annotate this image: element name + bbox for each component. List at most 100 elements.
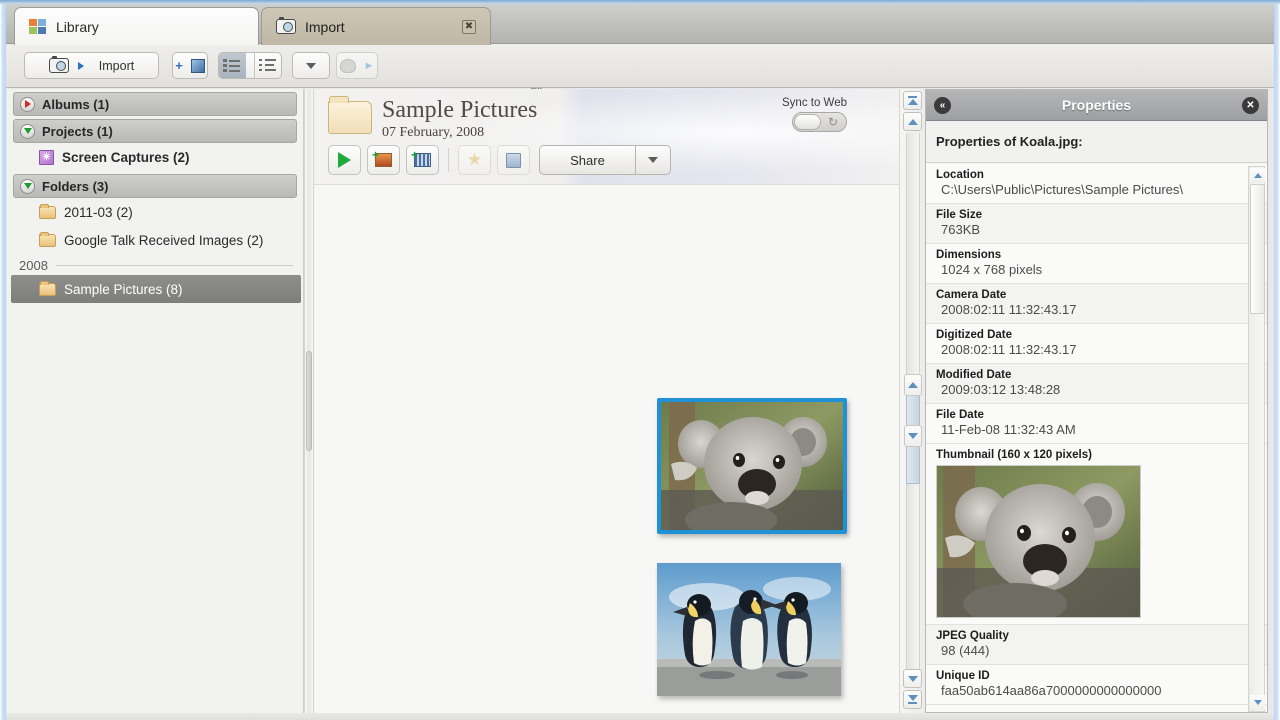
splitter-grip[interactable] <box>306 351 312 451</box>
chevron-right-icon: ► <box>363 59 375 72</box>
properties-panel-title: Properties <box>1061 97 1132 113</box>
view-mode-group[interactable] <box>218 52 282 79</box>
sidebar-group-projects[interactable]: Projects (1) <box>13 119 297 143</box>
sidebar-year-label: 2008 <box>19 258 48 273</box>
property-key: Dimensions <box>936 249 1002 261</box>
property-key: Digitized Date <box>936 329 1013 341</box>
sidebar-item-2011-03[interactable]: 2011-03 (2) <box>7 198 303 226</box>
scroll-to-bottom-button[interactable] <box>903 690 922 709</box>
add-photo-icon <box>372 148 392 167</box>
properties-panel: « Properties ✕ Properties of Koala.jpg: … <box>925 89 1268 713</box>
chevron-down-icon <box>907 675 918 682</box>
detail-view-icon[interactable] <box>253 53 281 78</box>
divider <box>448 148 449 172</box>
star-icon: ★ <box>466 150 483 169</box>
sidebar-splitter[interactable] <box>304 89 314 713</box>
tab-library[interactable]: Library <box>14 7 259 45</box>
slideshow-button[interactable] <box>328 145 361 175</box>
tab-import[interactable]: Import ✖ <box>261 7 491 45</box>
folder-date: 07 February, 2008 <box>382 125 485 140</box>
content-scrollbar[interactable] <box>899 89 925 713</box>
toggle-knob <box>794 114 821 130</box>
sidebar-group-folders[interactable]: Folders (3) <box>13 174 297 198</box>
floppy-disk-icon <box>506 152 521 168</box>
thumbnail-penguins[interactable] <box>657 563 841 696</box>
navigation-sidebar: Albums (1) Projects (1) ✳ Screen Capture… <box>7 89 304 713</box>
scroll-down-button[interactable] <box>903 669 922 688</box>
collapsed-triangle-icon[interactable] <box>20 96 35 112</box>
import-button-label: Import <box>98 58 135 73</box>
sidebar-item-sample-pictures[interactable]: Sample Pictures (8) <box>11 275 301 303</box>
property-row-camera-date: Camera Date 2008:02:11 11:32:43.17 <box>926 284 1267 324</box>
add-album-button[interactable]: + <box>172 52 208 79</box>
expanded-triangle-icon[interactable] <box>20 123 35 139</box>
add-photo-button[interactable] <box>367 145 400 175</box>
scroll-up-button[interactable] <box>903 112 922 131</box>
purple-book-icon: ✳ <box>39 149 54 165</box>
close-icon[interactable]: ✕ <box>1242 96 1259 114</box>
property-value: 2009:03:12 13:48:28 <box>941 382 1061 397</box>
close-icon[interactable]: ✖ <box>462 19 476 34</box>
scroll-up-button[interactable] <box>1250 168 1265 183</box>
favorite-button[interactable]: ★ <box>458 145 491 175</box>
koala-thumbnail <box>936 465 1141 625</box>
thumbnail-cell-koala[interactable] <box>657 398 847 534</box>
chevron-up-icon <box>907 99 918 105</box>
property-row-location: Location C:\Users\Public\Pictures\Sample… <box>926 164 1267 204</box>
sidebar-group-folders-label: Folders (3) <box>42 178 109 194</box>
window-frame-left <box>0 0 6 720</box>
properties-scrollbar[interactable] <box>1248 166 1265 712</box>
camera-icon <box>276 17 296 34</box>
thumbnail-cell-penguins[interactable] <box>657 563 841 696</box>
expanded-triangle-icon[interactable] <box>20 178 35 194</box>
property-row-dimensions: Dimensions 1024 x 768 pixels <box>926 244 1267 284</box>
share-button[interactable]: Share <box>539 145 636 175</box>
scroll-bottom-bar-icon <box>908 702 917 704</box>
people-tag-button[interactable]: ► <box>336 52 378 79</box>
application-window: Library Import ✖ Import + ► Albums (1) P… <box>0 0 1280 720</box>
page-down-button[interactable] <box>904 425 922 447</box>
add-video-button[interactable] <box>406 145 439 175</box>
people-tag-icon <box>339 58 356 73</box>
plus-icon: + <box>175 58 183 73</box>
sidebar-item-sample-pictures-label: Sample Pictures (8) <box>64 281 183 297</box>
windows-logo-icon <box>29 18 47 35</box>
page-up-button[interactable] <box>904 374 922 396</box>
sidebar-item-screen-captures[interactable]: ✳ Screen Captures (2) <box>7 143 303 171</box>
chevron-down-icon <box>907 695 918 701</box>
window-frame-right <box>1274 0 1280 720</box>
properties-list[interactable]: Location C:\Users\Public\Pictures\Sample… <box>926 164 1267 712</box>
add-video-icon <box>411 148 431 167</box>
tab-bar: Library Import ✖ <box>6 4 1274 45</box>
chevron-down-icon <box>648 157 658 163</box>
property-row-file-date: File Date 11-Feb-08 11:32:43 AM <box>926 404 1267 444</box>
page-title: Sample Pictures <box>382 97 538 123</box>
collapse-left-icon[interactable]: « <box>934 96 951 114</box>
property-row-thumbnail: Thumbnail (160 x 120 pixels) <box>926 444 1267 625</box>
share-dropdown-button[interactable] <box>636 145 671 175</box>
list-view-icon[interactable] <box>219 53 246 78</box>
tab-import-label: Import <box>305 18 345 35</box>
property-row-jpeg-quality: JPEG Quality 98 (444) <box>926 625 1267 665</box>
sidebar-group-projects-label: Projects (1) <box>42 123 113 139</box>
main-toolbar: Import + ► Filters ★ ↑ ♟ ▤ ⚑ <box>6 44 1274 125</box>
property-value: 98 (444) <box>941 643 990 658</box>
scroll-to-top-button[interactable] <box>903 91 922 110</box>
chevron-up-icon <box>908 382 918 388</box>
scroll-down-button[interactable] <box>1250 695 1265 710</box>
content-area: Sample Pictures 07 February, 2008 Sync t… <box>314 89 899 713</box>
import-button[interactable]: Import <box>24 52 159 79</box>
thumbnail-grid <box>314 186 899 713</box>
large-folder-icon <box>328 96 372 134</box>
folder-icon <box>39 280 56 296</box>
view-options-dropdown[interactable] <box>292 52 330 79</box>
properties-panel-header: « Properties ✕ <box>926 90 1267 121</box>
divider <box>55 265 293 266</box>
sidebar-group-albums[interactable]: Albums (1) <box>13 92 297 116</box>
thumbnail-koala[interactable] <box>657 398 847 534</box>
chevron-up-icon <box>907 118 918 125</box>
scrollbar-thumb[interactable] <box>1250 184 1265 314</box>
sync-to-web-toggle[interactable]: ↻ <box>792 112 847 132</box>
sidebar-item-google-talk-received-images[interactable]: Google Talk Received Images (2) <box>7 226 303 254</box>
save-button[interactable] <box>497 145 530 175</box>
